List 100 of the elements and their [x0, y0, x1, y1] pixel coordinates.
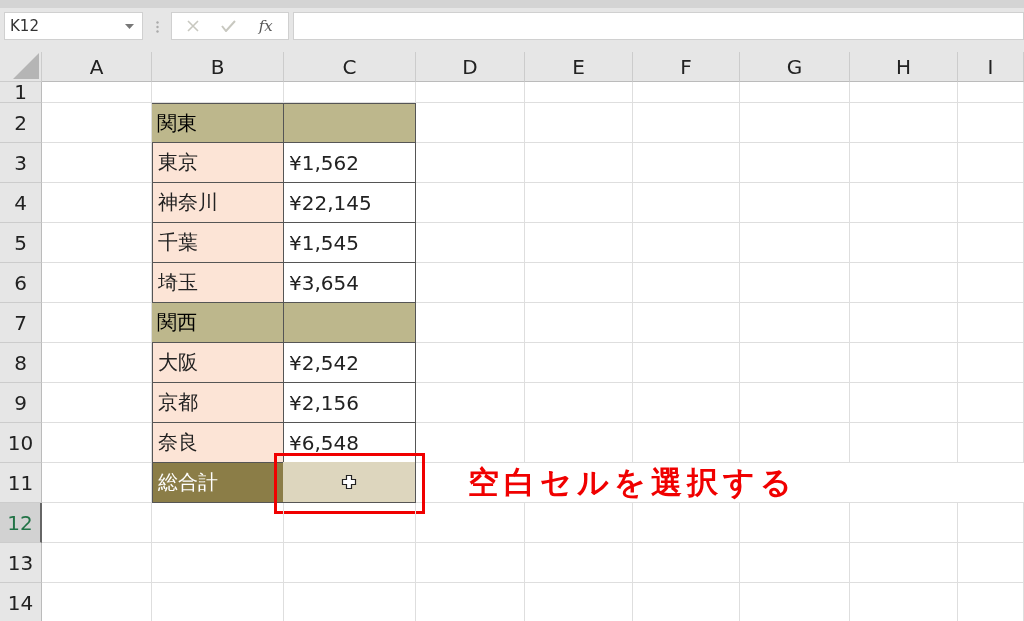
empty-cell[interactable] — [525, 343, 633, 383]
empty-cell[interactable] — [958, 263, 1024, 303]
column-header[interactable]: F — [633, 52, 740, 82]
empty-cell[interactable] — [525, 543, 633, 583]
table-cell: 京都 — [152, 383, 284, 423]
empty-cell[interactable] — [850, 503, 958, 543]
table-cell: 関西 — [152, 303, 284, 343]
empty-cell[interactable] — [958, 503, 1024, 543]
row-header[interactable]: 10 — [0, 423, 42, 463]
empty-cell[interactable] — [850, 423, 958, 463]
insert-function-button[interactable]: fx — [258, 17, 273, 35]
empty-cell[interactable] — [740, 303, 850, 343]
row-header[interactable]: 12 — [0, 503, 42, 543]
empty-cell[interactable] — [416, 82, 525, 103]
row-header[interactable]: 1 — [0, 82, 42, 103]
empty-cell[interactable] — [633, 223, 740, 263]
empty-cell[interactable] — [958, 543, 1024, 583]
table-cell: 東京 — [152, 143, 284, 183]
row-header[interactable]: 2 — [0, 103, 42, 143]
empty-cell[interactable] — [740, 383, 850, 423]
empty-cell[interactable] — [740, 183, 850, 223]
row-header[interactable]: 6 — [0, 263, 42, 303]
row-header[interactable]: 5 — [0, 223, 42, 263]
empty-cell[interactable] — [740, 143, 850, 183]
row-header[interactable]: 11 — [0, 463, 42, 503]
empty-cell[interactable] — [633, 383, 740, 423]
empty-cell[interactable] — [152, 503, 284, 543]
row-header[interactable]: 3 — [0, 143, 42, 183]
empty-cell[interactable] — [850, 263, 958, 303]
empty-cell[interactable] — [850, 103, 958, 143]
empty-cell[interactable] — [633, 103, 740, 143]
empty-cell[interactable] — [740, 503, 850, 543]
row-header[interactable]: 7 — [0, 303, 42, 343]
empty-cell[interactable] — [633, 82, 740, 103]
empty-cell[interactable] — [850, 223, 958, 263]
empty-cell[interactable] — [740, 82, 850, 103]
empty-cell[interactable] — [740, 103, 850, 143]
column-header[interactable]: E — [525, 52, 633, 82]
column-header[interactable]: H — [850, 52, 958, 82]
column-header[interactable]: C — [284, 52, 416, 82]
empty-cell[interactable] — [958, 143, 1024, 183]
cancel-icon[interactable] — [187, 20, 200, 32]
empty-cell[interactable] — [633, 503, 740, 543]
empty-cell[interactable] — [740, 263, 850, 303]
empty-cell[interactable] — [850, 143, 958, 183]
empty-cell[interactable] — [633, 543, 740, 583]
row-header[interactable]: 14 — [0, 583, 42, 621]
empty-cell[interactable] — [958, 303, 1024, 343]
row-header[interactable]: 9 — [0, 383, 42, 423]
empty-cell[interactable] — [525, 303, 633, 343]
empty-cell[interactable] — [633, 183, 740, 223]
row-header[interactable]: 8 — [0, 343, 42, 383]
column-header[interactable]: A — [42, 52, 152, 82]
empty-cell[interactable] — [850, 543, 958, 583]
empty-cell[interactable] — [416, 503, 525, 543]
empty-cell[interactable] — [958, 343, 1024, 383]
empty-cell[interactable] — [525, 263, 633, 303]
empty-cell[interactable] — [525, 383, 633, 423]
empty-cell[interactable] — [284, 543, 416, 583]
row-header[interactable]: 4 — [0, 183, 42, 223]
select-all-corner[interactable] — [0, 52, 42, 82]
empty-cell[interactable] — [525, 223, 633, 263]
empty-cell[interactable] — [284, 503, 416, 543]
check-icon[interactable] — [221, 20, 237, 32]
formula-input[interactable] — [293, 12, 1024, 40]
empty-cell[interactable] — [152, 543, 284, 583]
empty-cell[interactable] — [525, 183, 633, 223]
empty-cell[interactable] — [633, 343, 740, 383]
empty-cell[interactable] — [633, 303, 740, 343]
empty-cell[interactable] — [633, 143, 740, 183]
empty-cell[interactable] — [850, 343, 958, 383]
column-header[interactable]: G — [740, 52, 850, 82]
empty-cell[interactable] — [850, 383, 958, 423]
empty-cell[interactable] — [633, 423, 740, 463]
empty-cell[interactable] — [416, 543, 525, 583]
empty-cell[interactable] — [958, 82, 1024, 103]
empty-cell[interactable] — [525, 103, 633, 143]
empty-cell[interactable] — [525, 82, 633, 103]
empty-cell[interactable] — [740, 343, 850, 383]
empty-cell[interactable] — [958, 103, 1024, 143]
name-box[interactable]: K12 — [4, 12, 143, 40]
column-header[interactable]: B — [152, 52, 284, 82]
column-header[interactable]: I — [958, 52, 1024, 82]
empty-cell[interactable] — [958, 183, 1024, 223]
empty-cell[interactable] — [850, 183, 958, 223]
empty-cell[interactable] — [525, 143, 633, 183]
empty-cell[interactable] — [740, 223, 850, 263]
active-cell[interactable] — [283, 462, 416, 503]
empty-cell[interactable] — [958, 223, 1024, 263]
row-header[interactable]: 13 — [0, 543, 42, 583]
empty-cell[interactable] — [850, 303, 958, 343]
empty-cell[interactable] — [850, 82, 958, 103]
empty-cell[interactable] — [740, 423, 850, 463]
empty-cell[interactable] — [958, 423, 1024, 463]
empty-cell[interactable] — [740, 543, 850, 583]
column-header[interactable]: D — [416, 52, 525, 82]
empty-cell[interactable] — [958, 383, 1024, 423]
empty-cell[interactable] — [633, 263, 740, 303]
empty-cell[interactable] — [525, 423, 633, 463]
empty-cell[interactable] — [525, 503, 633, 543]
